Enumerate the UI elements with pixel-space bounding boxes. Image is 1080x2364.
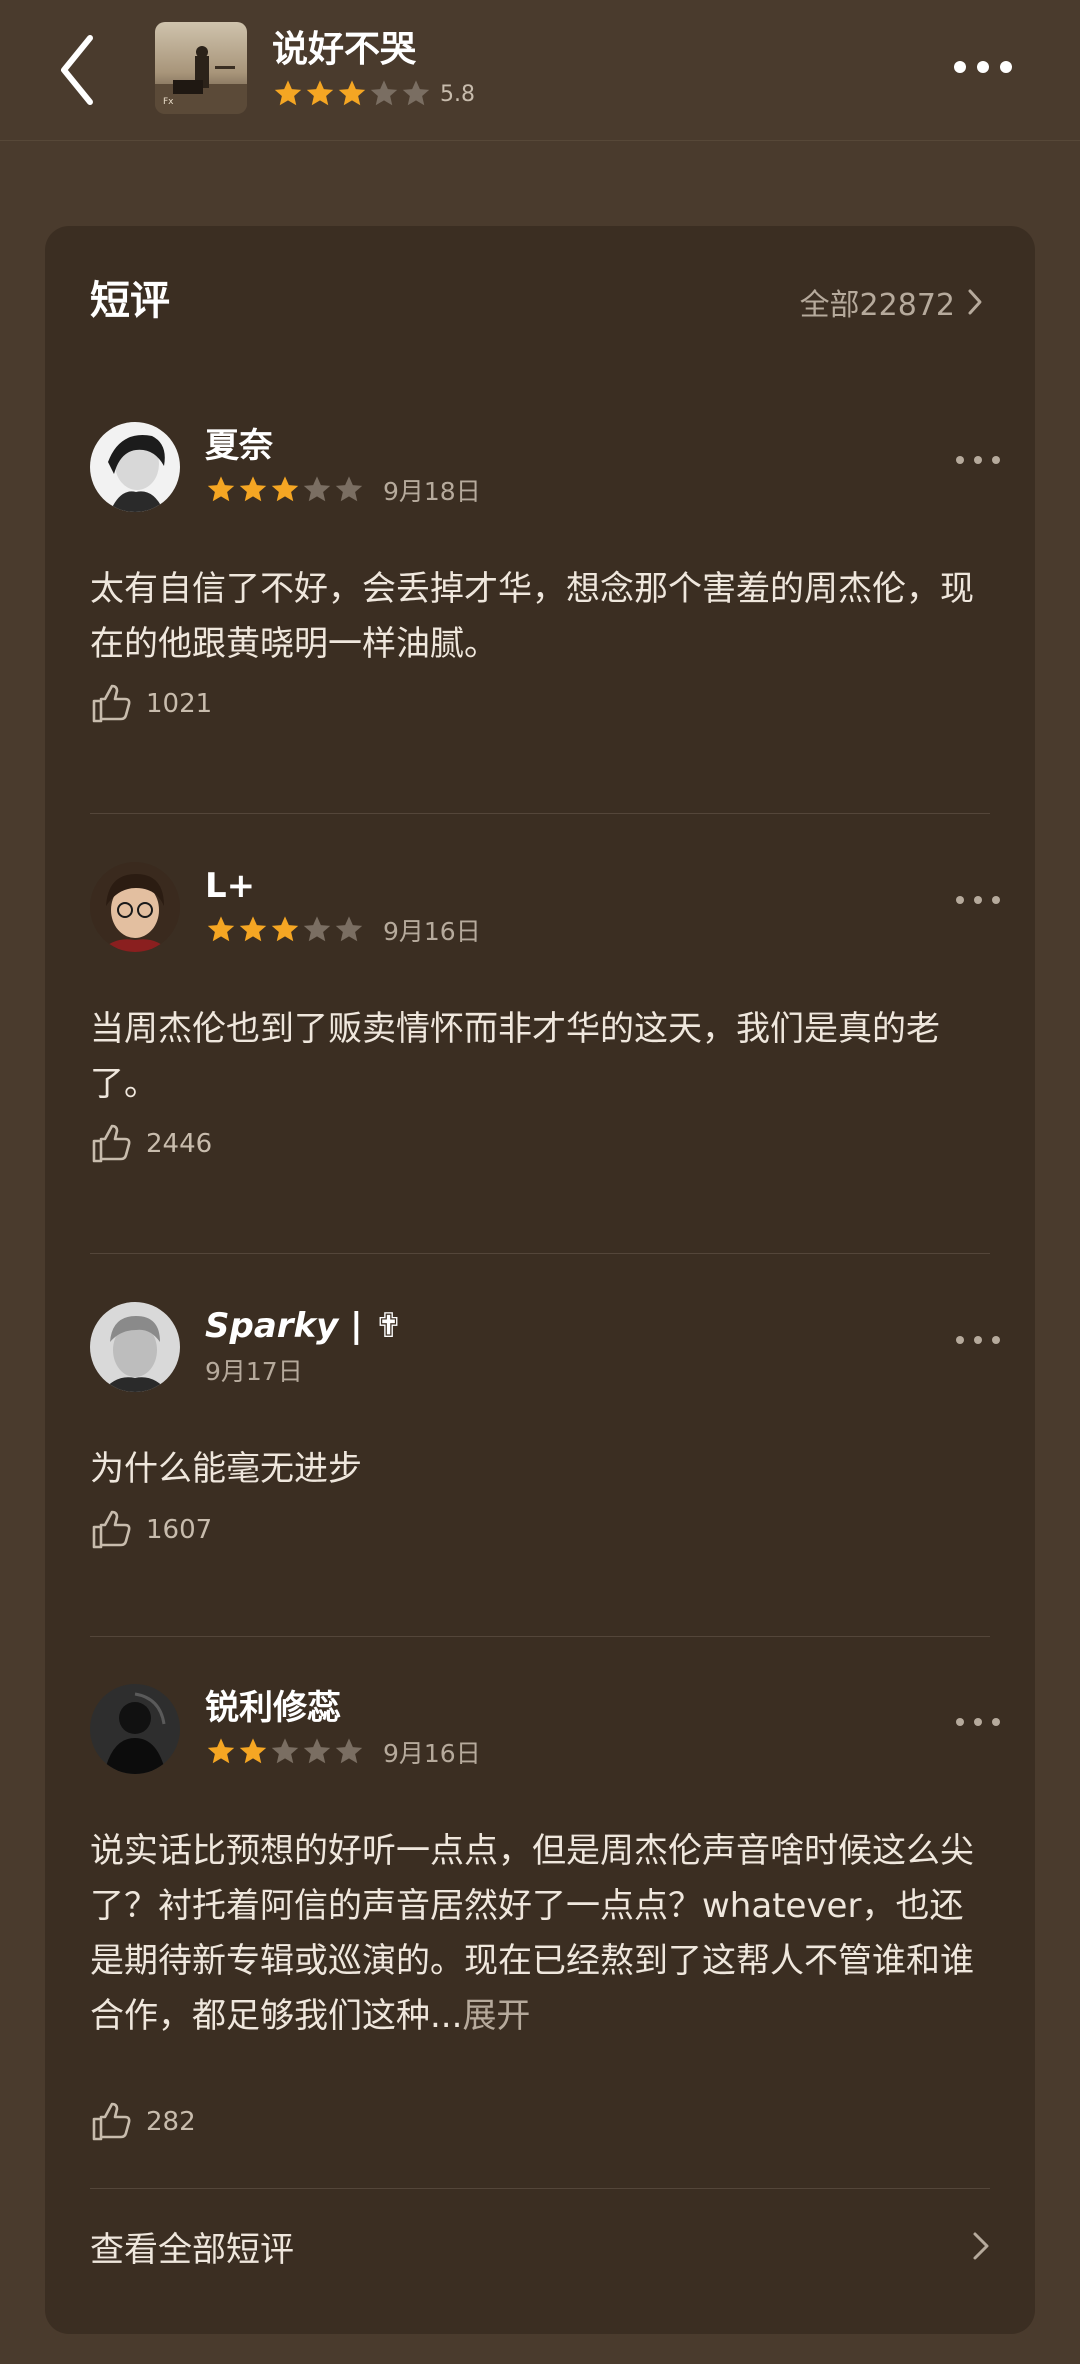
avatar[interactable] (90, 422, 180, 512)
star-empty-icon (269, 1736, 301, 1768)
thumbs-up-icon (92, 684, 131, 723)
review-item: 夏奈 9月18日 太有自信了不好，会丢掉才华，想念那个害羞的周杰伦，现在的他跟黄… (90, 422, 1000, 723)
like-button[interactable]: 2446 (90, 1120, 212, 1168)
star-filled-icon (205, 1736, 237, 1768)
like-count: 2446 (146, 1129, 213, 1159)
review-stars (205, 914, 365, 946)
reviewer-name[interactable]: Sparky | ✟ (205, 1305, 403, 1347)
review-item: Sparky | ✟ 9月17日 为什么能毫无进步 1607 (90, 1302, 1000, 1562)
star-empty-icon (301, 474, 333, 506)
star-filled-icon (272, 78, 304, 110)
view-all-reviews-button[interactable]: 查看全部短评 (90, 2216, 990, 2276)
reviewer-name[interactable]: 夏奈 (205, 425, 273, 467)
like-count: 282 (146, 2107, 196, 2137)
star-empty-icon (400, 78, 432, 110)
avatar[interactable] (90, 1302, 180, 1392)
reviewer-name[interactable]: 锐利修蕊 (205, 1687, 341, 1729)
star-filled-icon (237, 474, 269, 506)
review-date: 9月17日 (205, 1357, 303, 1386)
short-reviews-card: 短评 全部22872 夏奈 9月18日 太有自信了不好，会丢掉才华，想念那个害羞… (45, 226, 1035, 2334)
like-button[interactable]: 282 (90, 2098, 196, 2146)
star-filled-icon (205, 914, 237, 946)
more-dots-icon (954, 61, 1012, 73)
section-title: 短评 (90, 278, 170, 324)
star-filled-icon (269, 914, 301, 946)
header-rating: 5.8 (272, 78, 475, 110)
review-text: 说实话比预想的好听一点点，但是周杰伦声音啥时候这么尖了？衬托着阿信的声音居然好了… (90, 1831, 974, 2036)
header-stars (272, 78, 432, 110)
review-text-block: 说实话比预想的好听一点点，但是周杰伦声音啥时候这么尖了？衬托着阿信的声音居然好了… (90, 1824, 990, 2044)
more-dots-icon (956, 896, 1000, 904)
thumbs-up-icon (92, 1510, 131, 1549)
review-more-button[interactable] (954, 452, 1002, 468)
like-button[interactable]: 1021 (90, 680, 212, 728)
expand-link[interactable]: 展开 (462, 1996, 530, 2036)
review-date: 9月16日 (383, 1739, 481, 1768)
top-bar: Fx 说好不哭 5.8 (0, 0, 1080, 141)
review-meta: 9月16日 (205, 1734, 481, 1770)
back-button[interactable] (52, 30, 112, 110)
all-reviews-link[interactable]: 全部22872 (800, 280, 983, 324)
review-text: 为什么能毫无进步 (90, 1449, 362, 1489)
more-dots-icon (956, 456, 1000, 464)
star-empty-icon (301, 1736, 333, 1768)
review-meta: 9月16日 (205, 912, 481, 948)
like-count: 1607 (146, 1515, 213, 1545)
review-item: L+ 9月16日 当周杰伦也到了贩卖情怀而非才华的这天，我们是真的老了。 244… (90, 862, 1000, 1163)
divider (90, 1253, 990, 1254)
divider (90, 813, 990, 814)
svg-text:Fx: Fx (163, 97, 174, 107)
review-item: 锐利修蕊 9月16日 说实话比预想的好听一点点，但是周杰伦声音啥时候这么尖了？衬… (90, 1684, 1000, 2141)
like-count: 1021 (146, 689, 213, 719)
more-dots-icon (956, 1718, 1000, 1726)
thumbs-up-icon (92, 1124, 131, 1163)
review-meta: 9月18日 (205, 472, 481, 508)
star-empty-icon (333, 1736, 365, 1768)
chevron-right-icon (968, 289, 982, 315)
album-cover[interactable]: Fx (155, 22, 247, 114)
avatar[interactable] (90, 1684, 180, 1774)
chevron-right-icon (973, 2232, 989, 2260)
view-all-reviews-label: 查看全部短评 (90, 2229, 294, 2270)
divider (90, 2188, 990, 2189)
star-filled-icon (304, 78, 336, 110)
review-stars (205, 474, 365, 506)
review-more-button[interactable] (954, 892, 1002, 908)
reviewer-name[interactable]: L+ (205, 865, 255, 907)
review-text: 当周杰伦也到了贩卖情怀而非才华的这天，我们是真的老了。 (90, 1009, 940, 1104)
review-date: 9月18日 (383, 477, 481, 506)
star-filled-icon (336, 78, 368, 110)
star-filled-icon (269, 474, 301, 506)
like-button[interactable]: 1607 (90, 1506, 212, 1554)
review-text: 太有自信了不好，会丢掉才华，想念那个害羞的周杰伦，现在的他跟黄晓明一样油腻。 (90, 569, 974, 664)
review-date: 9月16日 (383, 917, 481, 946)
star-empty-icon (368, 78, 400, 110)
more-options-button[interactable] (950, 50, 1016, 84)
divider (90, 1636, 990, 1637)
star-empty-icon (301, 914, 333, 946)
star-filled-icon (205, 474, 237, 506)
thumbs-up-icon (92, 2102, 131, 2141)
more-dots-icon (956, 1336, 1000, 1344)
rating-score: 5.8 (440, 81, 475, 107)
star-filled-icon (237, 914, 269, 946)
review-more-button[interactable] (954, 1714, 1002, 1730)
avatar[interactable] (90, 862, 180, 952)
song-title: 说好不哭 (272, 29, 417, 70)
star-empty-icon (333, 474, 365, 506)
back-arrow-icon (61, 35, 93, 105)
review-meta: 9月17日 (205, 1352, 303, 1388)
review-more-button[interactable] (954, 1332, 1002, 1348)
star-filled-icon (237, 1736, 269, 1768)
star-empty-icon (333, 914, 365, 946)
review-stars (205, 1736, 365, 1768)
all-reviews-count: 全部22872 (799, 288, 955, 323)
